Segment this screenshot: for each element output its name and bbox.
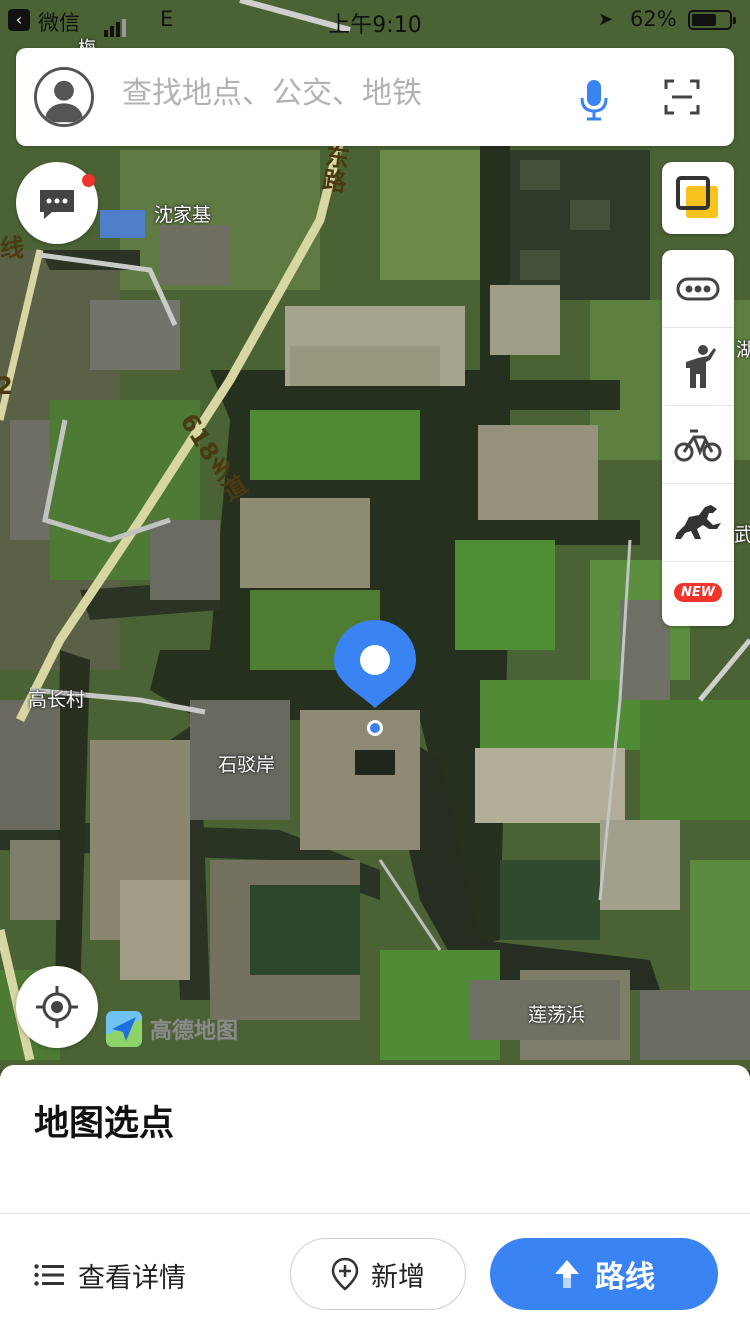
battery-percent: 62% — [630, 7, 677, 31]
search-bar — [16, 48, 734, 146]
horse-icon — [675, 504, 721, 539]
amap-logo-icon — [106, 1011, 142, 1047]
avatar[interactable] — [34, 67, 94, 127]
layers-icon — [676, 176, 718, 218]
route-button[interactable]: 路线 — [490, 1238, 718, 1310]
place-label[interactable]: 石驳岸 — [218, 750, 275, 777]
place-label[interactable]: 莲荡浜 — [528, 1000, 585, 1027]
new-feature-button[interactable]: NEW — [662, 562, 734, 622]
road-label: 2 — [0, 372, 13, 400]
search-input[interactable] — [122, 76, 542, 111]
location-arrow-icon: ➤ — [598, 9, 614, 30]
walking-icon — [686, 344, 716, 388]
add-location-icon — [331, 1257, 359, 1291]
add-place-label: 新增 — [371, 1261, 425, 1293]
view-details-label: 查看详情 — [78, 1262, 186, 1294]
amap-logo: 高德地图 — [106, 1010, 239, 1048]
map-view[interactable]: 沈家基 高长村 石驳岸 莲荡浜 东路 618乡道 线 2 2 梅 武 湖 — [0, 0, 750, 1070]
route-arrow-icon — [555, 1260, 579, 1288]
more-tools-button[interactable] — [662, 250, 734, 328]
map-tools: NEW — [662, 250, 734, 626]
road-label: 线 — [0, 234, 24, 262]
add-place-button[interactable]: 新增 — [290, 1238, 466, 1310]
divider — [0, 1213, 750, 1214]
map-layers-button[interactable] — [662, 162, 734, 234]
list-icon — [34, 1264, 64, 1286]
bicycle-mode-button[interactable] — [662, 406, 734, 484]
amap-logo-text: 高德地图 — [149, 1019, 239, 1045]
microphone-icon[interactable] — [578, 78, 610, 122]
selected-location-pin-icon[interactable] — [332, 618, 418, 738]
place-label[interactable]: 沈家基 — [154, 200, 211, 227]
road-label: 东路 — [316, 142, 351, 194]
scan-icon[interactable] — [664, 79, 700, 115]
battery-icon — [688, 10, 736, 30]
satellite-imagery — [0, 0, 750, 1070]
bicycle-icon — [674, 429, 722, 461]
more-icon — [676, 277, 720, 300]
new-badge: NEW — [673, 582, 723, 602]
crosshair-icon — [36, 986, 78, 1028]
place-label[interactable]: 高长村 — [28, 685, 85, 712]
place-label: 武 — [734, 524, 750, 546]
horse-mode-button[interactable] — [662, 484, 734, 562]
notification-dot — [82, 174, 95, 187]
route-label: 路线 — [595, 1260, 655, 1295]
place-label: 湖 — [736, 339, 750, 361]
view-details-button[interactable]: 查看详情 — [34, 1255, 186, 1295]
my-location-button[interactable] — [16, 966, 98, 1048]
bottom-panel: 地图选点 查看详情 新增 路线 — [0, 1065, 750, 1334]
page-title: 地图选点 — [34, 1104, 175, 1144]
status-bar: ‹ 微信 E 上午9:10 ➤ 62% — [0, 0, 750, 40]
chat-icon — [40, 190, 74, 219]
messages-button[interactable] — [16, 162, 98, 244]
walking-mode-button[interactable] — [662, 328, 734, 406]
user-icon — [37, 70, 91, 124]
